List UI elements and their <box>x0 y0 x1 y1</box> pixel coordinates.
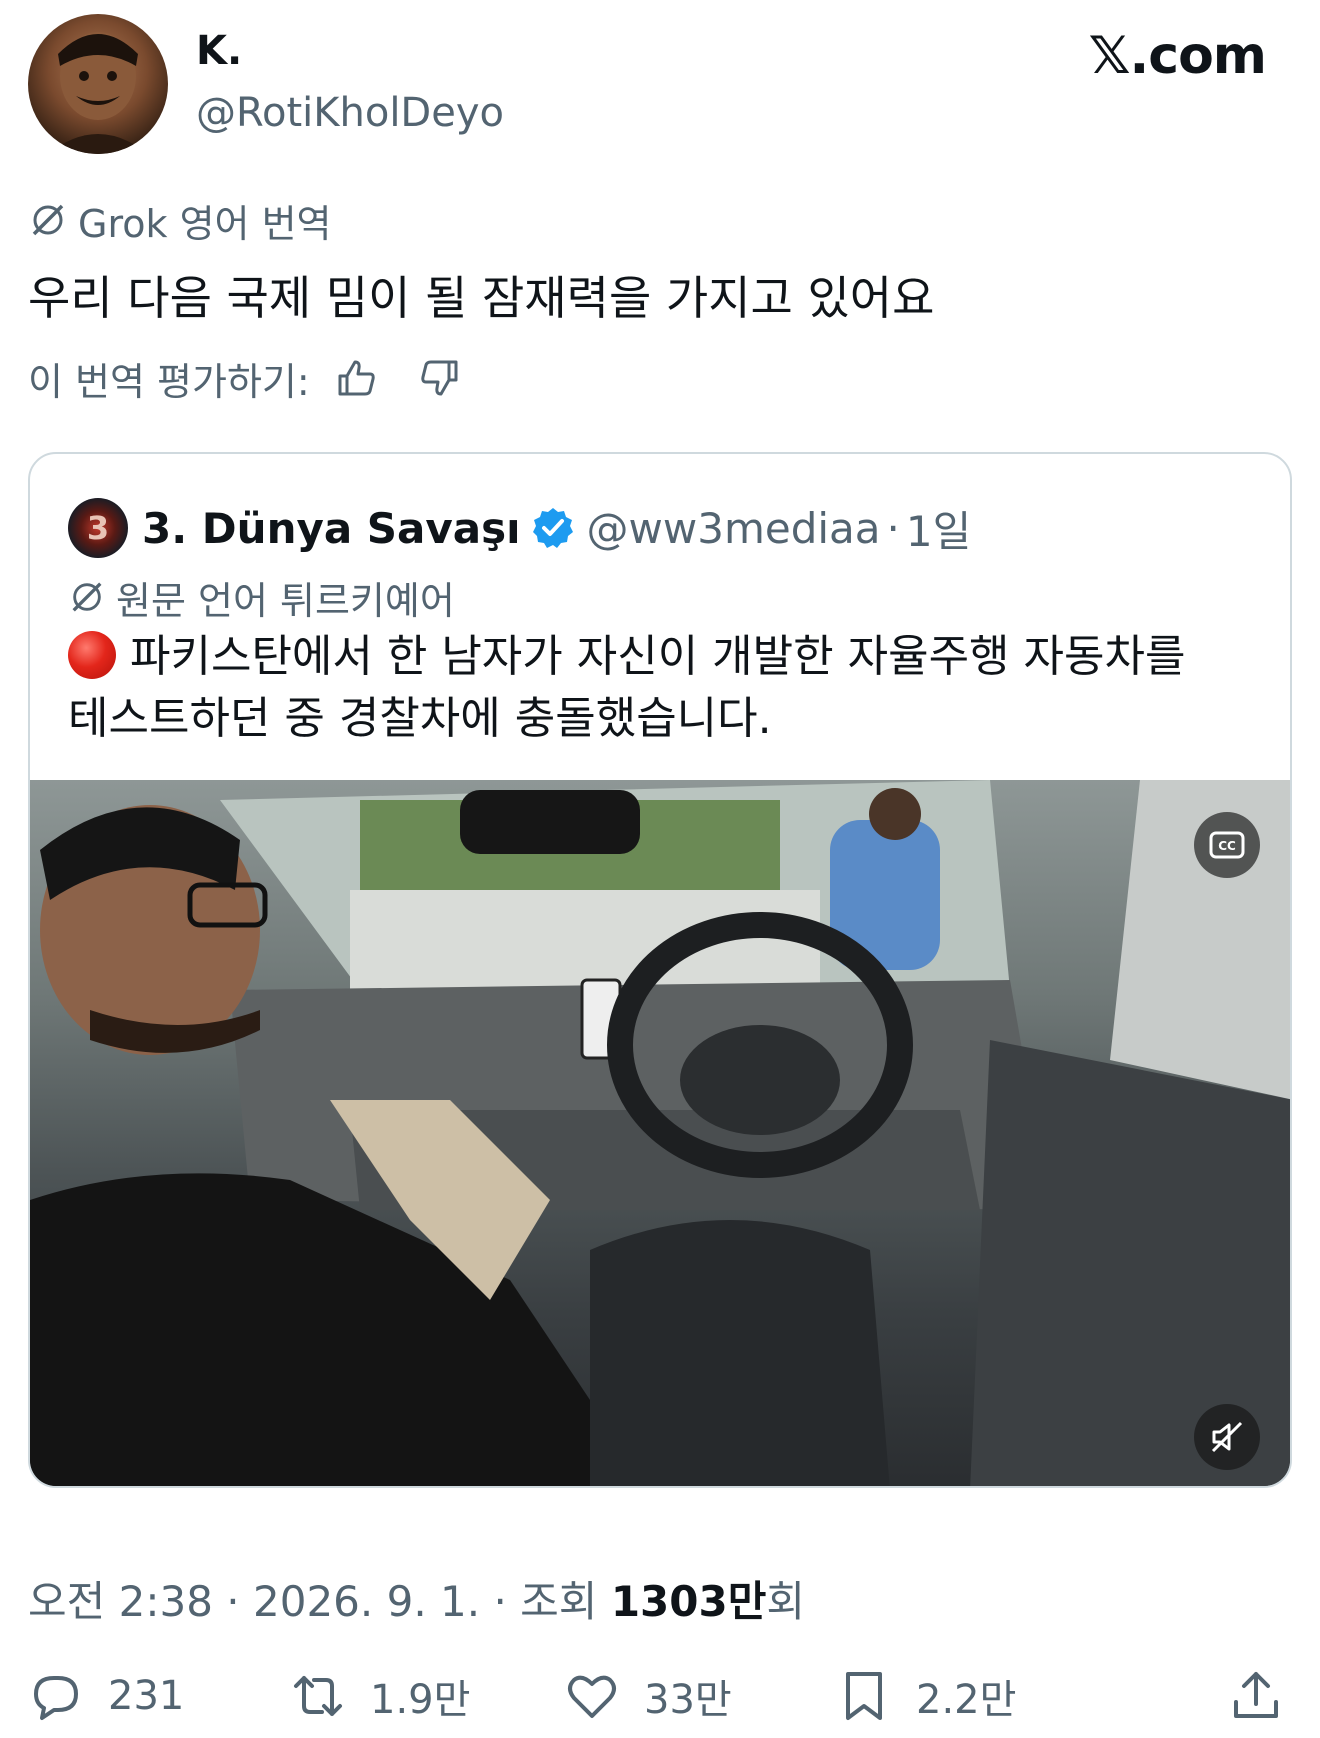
action-bar: 231 1.9만 33만 2.2만 <box>28 1664 1292 1728</box>
quoted-separator: · <box>886 503 900 553</box>
red-circle-emoji-icon <box>68 631 116 679</box>
quoted-author-handle[interactable]: @ww3mediaa <box>587 504 881 553</box>
bookmark-icon <box>846 1672 882 1720</box>
author-handle[interactable]: @RotiKholDeyo <box>196 90 504 136</box>
x-logo: 𝕏.com <box>1088 26 1267 86</box>
thumbs-down-icon <box>421 360 458 396</box>
quoted-text-line2: 테스트하던 중 경찰차에 충돌했습니다. <box>68 693 772 744</box>
rate-translation-label: 이 번역 평가하기: <box>28 359 310 404</box>
tweet-time[interactable]: 오전 2:38 <box>28 1577 213 1626</box>
speaker-muted-icon <box>1211 1421 1243 1453</box>
translation-label-row: Grok 영어 번역 <box>28 196 332 246</box>
translation-label: Grok 영어 번역 <box>78 201 332 246</box>
tweet-text: 우리 다음 국제 밈이 될 잠재력을 가지고 있어요 <box>28 271 935 325</box>
views-count: 1303만 <box>610 1577 767 1626</box>
bookmark-count: 2.2만 <box>916 1677 1017 1723</box>
tweet-date[interactable]: 2026. 9. 1. <box>253 1577 480 1626</box>
quoted-tweet-header: 3 3. Dünya Savaşı @ww3mediaa · 1일 <box>68 496 971 560</box>
quoted-timestamp[interactable]: 1일 <box>906 498 971 559</box>
like-button[interactable]: 33만 <box>564 1664 732 1728</box>
verified-badge-icon <box>532 508 573 548</box>
like-count: 33만 <box>644 1677 732 1723</box>
thumbs-up-button[interactable] <box>332 354 380 402</box>
quoted-language-label: 원문 언어 튀르키예어 <box>116 578 455 623</box>
video-player[interactable]: CC <box>30 780 1290 1486</box>
quoted-avatar-label: 3 <box>86 509 110 547</box>
mute-button[interactable] <box>1194 1404 1260 1470</box>
grok-icon <box>32 204 64 236</box>
bookmark-button[interactable]: 2.2만 <box>836 1664 1016 1728</box>
author-avatar[interactable] <box>28 14 168 154</box>
quoted-text-line1: 파키스탄에서 한 남자가 자신이 개발한 자율주행 자동차를 <box>130 631 1186 682</box>
meta-separator: · <box>480 1577 521 1626</box>
share-button[interactable] <box>1228 1664 1284 1728</box>
closed-captions-icon: CC <box>1209 831 1245 859</box>
quoted-language-row: 원문 언어 튀르키예어 <box>68 572 455 623</box>
views-suffix: 회 <box>766 1577 805 1626</box>
views-label: 조회 <box>520 1577 611 1626</box>
thumbs-down-button[interactable] <box>416 354 464 402</box>
grok-icon <box>72 582 102 612</box>
quoted-tweet-text: 파키스탄에서 한 남자가 자신이 개발한 자율주행 자동차를 테스트하던 중 경… <box>68 626 1268 750</box>
repost-icon <box>294 1676 342 1716</box>
thumbs-up-icon <box>338 360 375 396</box>
author-display-name[interactable]: K. <box>196 28 242 74</box>
tweet-metadata: 오전 2:38 · 2026. 9. 1. · 조회 1303만회 <box>28 1568 805 1629</box>
share-icon <box>1234 1672 1278 1718</box>
quoted-tweet-card[interactable]: 3 3. Dünya Savaşı @ww3mediaa · 1일 원문 언어 … <box>28 452 1292 1488</box>
reply-count: 231 <box>108 1673 185 1719</box>
meta-separator: · <box>212 1577 254 1626</box>
avatar-image <box>48 32 148 154</box>
heart-icon <box>568 1675 616 1718</box>
quoted-author-avatar[interactable]: 3 <box>68 498 128 558</box>
quoted-author-name[interactable]: 3. Dünya Savaşı <box>142 504 521 553</box>
svg-text:CC: CC <box>1218 839 1236 853</box>
rate-translation-row: 이 번역 평가하기: <box>28 352 464 404</box>
video-frame-image <box>30 780 1290 1486</box>
reply-icon <box>34 1676 78 1720</box>
repost-button[interactable]: 1.9만 <box>290 1664 470 1728</box>
captions-button[interactable]: CC <box>1194 812 1260 878</box>
repost-count: 1.9만 <box>370 1677 471 1723</box>
reply-button[interactable]: 231 <box>28 1664 184 1728</box>
